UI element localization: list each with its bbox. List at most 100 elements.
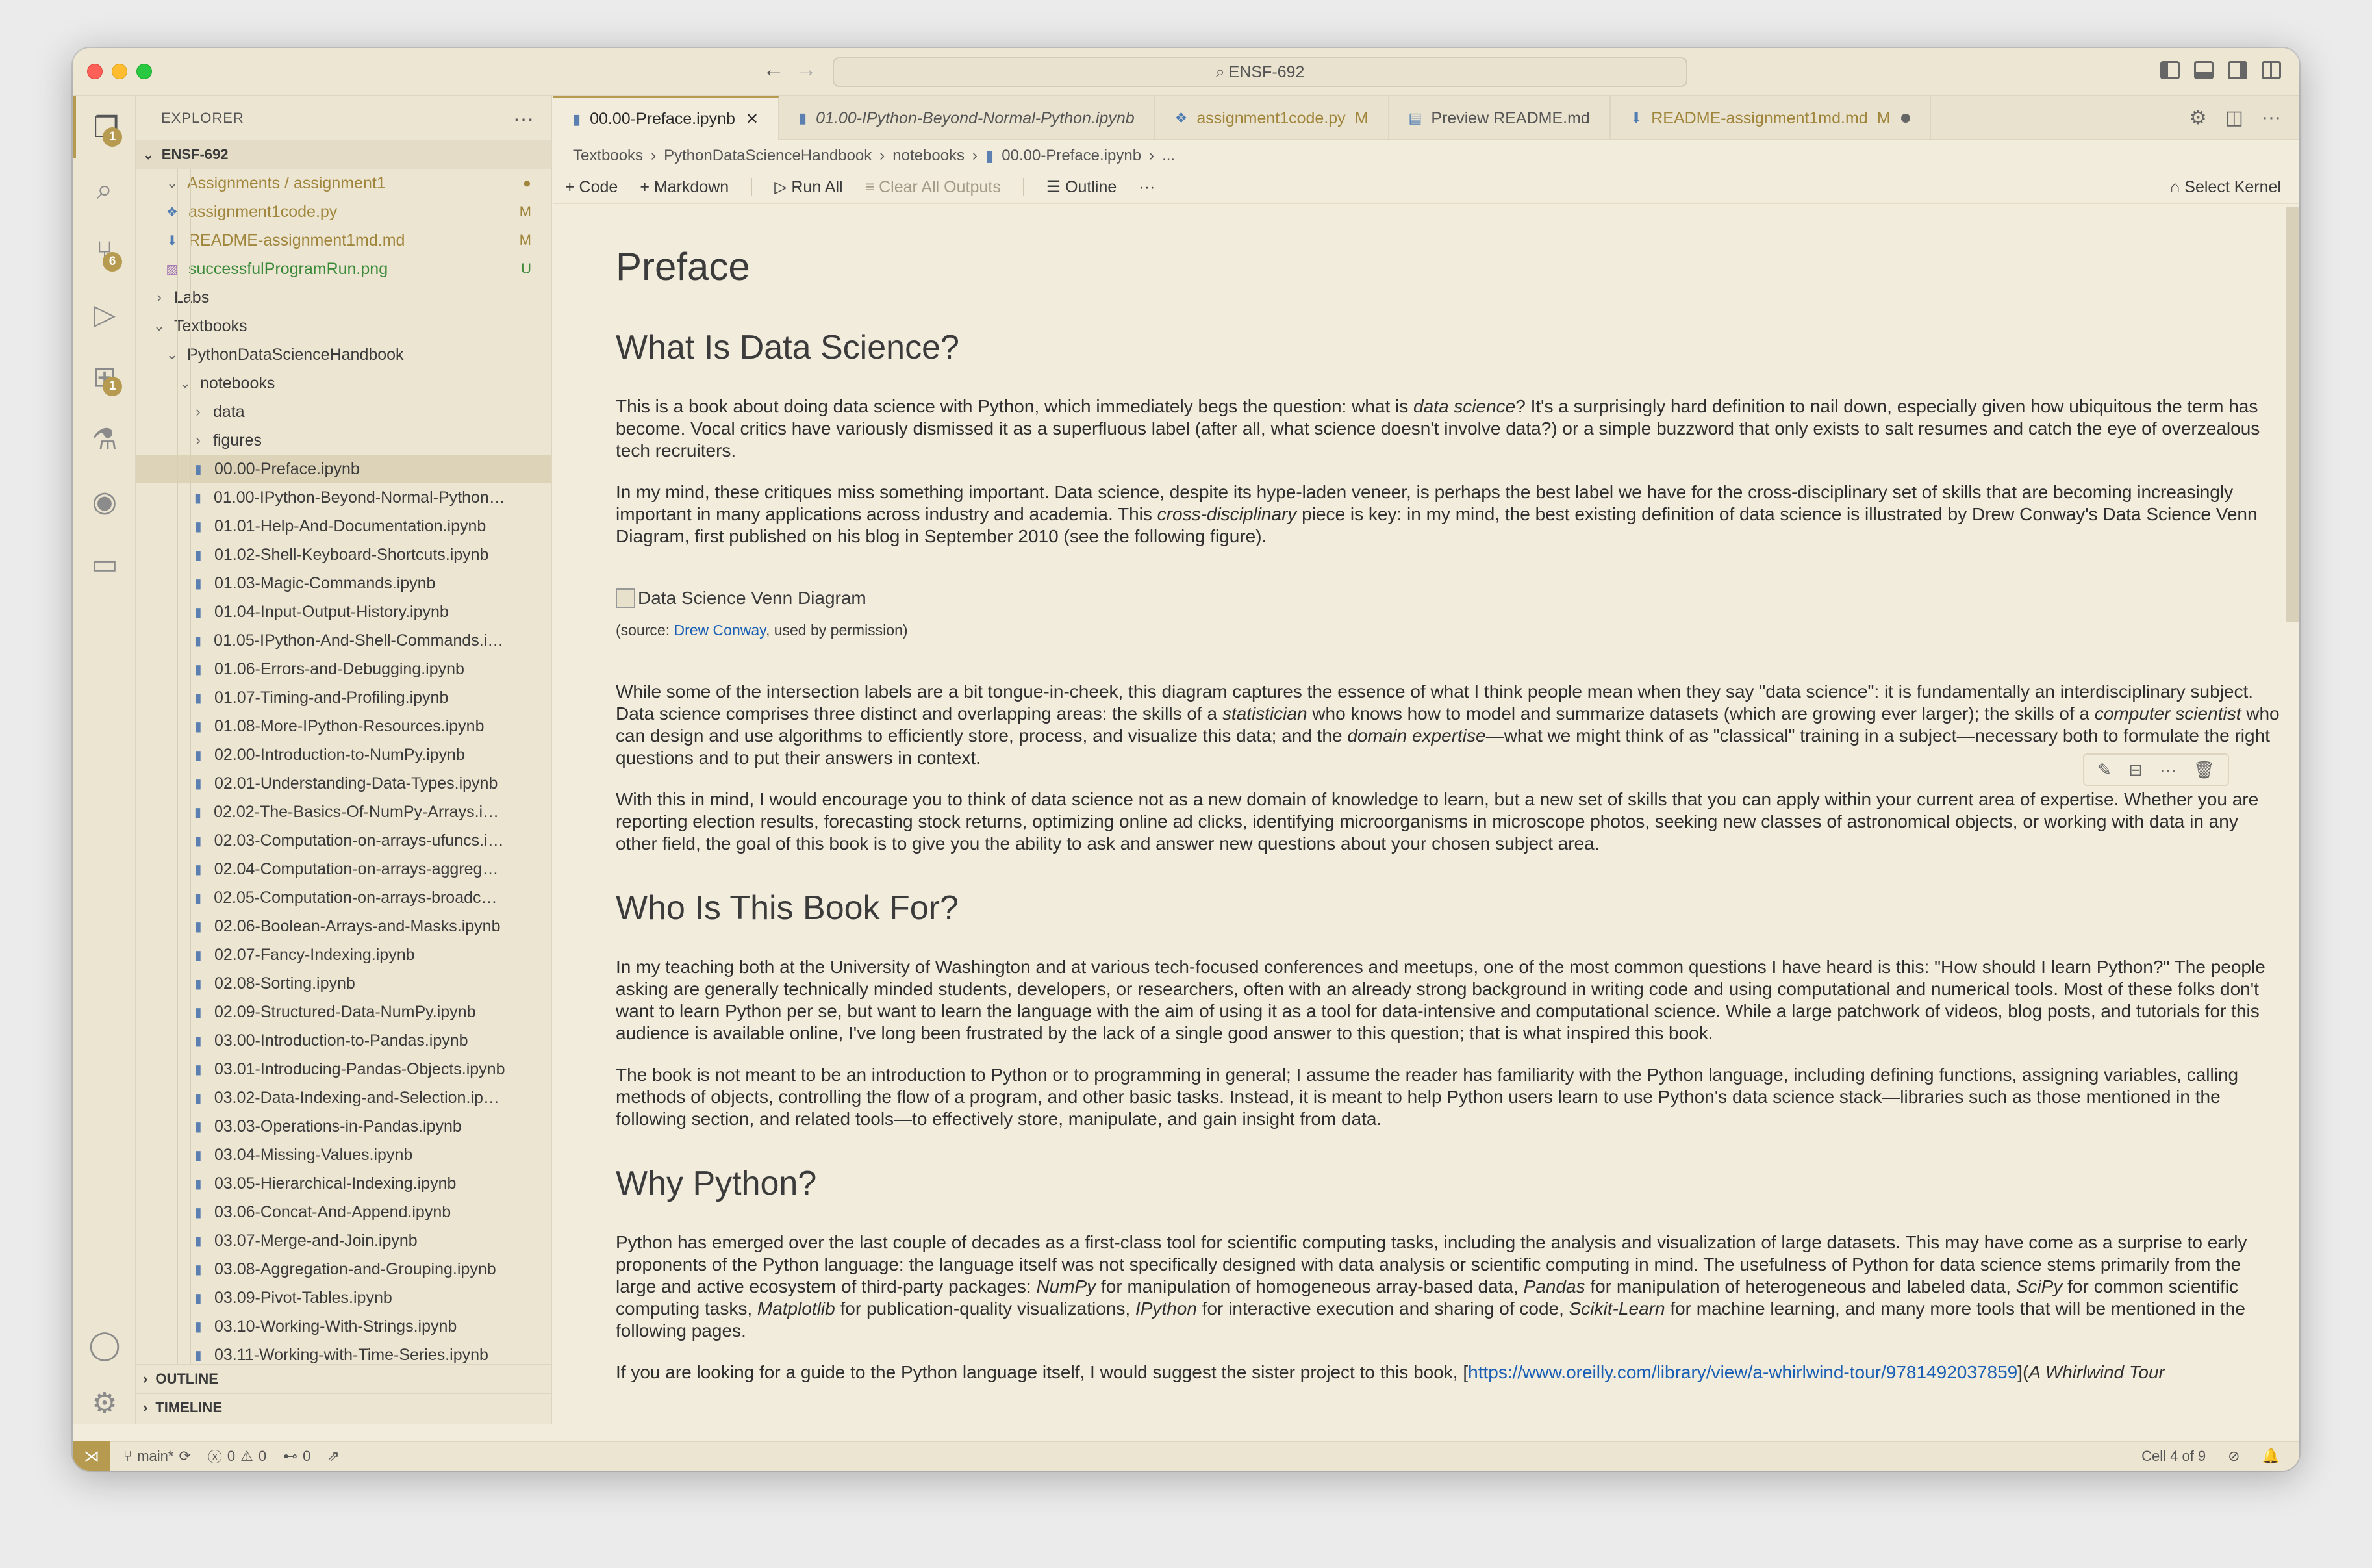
select-kernel-button[interactable]: ⌂ Select Kernel [2170, 178, 2299, 197]
file-item[interactable]: ▮ 01.05-IPython-And-Shell-Commands.ipy... [136, 626, 551, 655]
file-item[interactable]: ▮ 03.10-Working-With-Strings.ipynb [136, 1312, 551, 1341]
folder-item[interactable]: ⌄ PythonDataScienceHandbook [136, 340, 551, 369]
outline-section[interactable]: › OUTLINE [136, 1364, 551, 1393]
file-item[interactable]: ▮ 03.04-Missing-Values.ipynb [136, 1141, 551, 1169]
file-item[interactable]: ▮ 03.09-Pivot-Tables.ipynb [136, 1283, 551, 1312]
more-actions-icon[interactable]: ··· [2262, 107, 2281, 129]
file-item[interactable]: ▮ 02.09-Structured-Data-NumPy.ipynb [136, 998, 551, 1026]
folder-item[interactable]: ⌄ Textbooks [136, 312, 551, 340]
file-item[interactable]: ▮ 02.03-Computation-on-arrays-ufuncs.ip..… [136, 826, 551, 855]
outline-button[interactable]: ☰ Outline [1046, 177, 1117, 197]
file-item[interactable]: ▮ 03.03-Operations-in-Pandas.ipynb [136, 1112, 551, 1141]
zoom-window-button[interactable] [136, 64, 152, 79]
folder-item[interactable]: › Labs [136, 283, 551, 312]
add-markdown-cell-button[interactable]: + Markdown [640, 178, 729, 197]
toggle-primary-sidebar-icon[interactable] [2160, 61, 2180, 79]
run-debug-icon[interactable]: ▷ [73, 283, 136, 346]
editor-tab[interactable]: ⬇ README-assignment1md.md M [1611, 96, 1931, 140]
close-window-button[interactable] [87, 64, 103, 79]
clear-all-outputs-button[interactable]: ≡ Clear All Outputs [865, 178, 1001, 197]
file-item[interactable]: ▮ 01.04-Input-Output-History.ipynb [136, 598, 551, 626]
problems-indicator[interactable]: ⓧ 0 ⚠ 0 [208, 1446, 266, 1467]
explorer-icon[interactable]: ❐ 1 [73, 96, 136, 158]
edit-cell-icon[interactable]: ✎ [2097, 760, 2112, 780]
extensions-icon[interactable]: ⊞ 1 [73, 346, 136, 408]
folder-item[interactable]: ⌄ notebooks [136, 369, 551, 398]
breadcrumb-item[interactable]: 00.00-Preface.ipynb [1002, 147, 1141, 165]
split-cell-icon[interactable]: ⊟ [2128, 760, 2143, 780]
editor-scrollbar[interactable] [2286, 207, 2299, 622]
toolbar-more-icon[interactable]: ··· [1139, 178, 1155, 197]
editor-tab[interactable]: ▮ 01.00-IPython-Beyond-Normal-Python.ipyn… [779, 96, 1155, 140]
file-item[interactable]: ▮ 01.07-Timing-and-Profiling.ipynb [136, 683, 551, 712]
file-item[interactable]: ▮ 02.08-Sorting.ipynb [136, 969, 551, 998]
file-item[interactable]: ▮ 02.04-Computation-on-arrays-aggregat... [136, 855, 551, 883]
file-item[interactable]: ▮ 01.01-Help-And-Documentation.ipynb [136, 512, 551, 540]
editor-tab[interactable]: ❖ assignment1code.py M [1155, 96, 1389, 140]
breadcrumb-item[interactable]: notebooks [892, 147, 965, 165]
workspace-root[interactable]: ⌄ ENSF-692 [136, 140, 551, 169]
file-item[interactable]: ▮ 03.06-Concat-And-Append.ipynb [136, 1198, 551, 1226]
settings-gear-icon[interactable]: ⚙ [73, 1372, 136, 1434]
explorer-more-icon[interactable]: ··· [513, 107, 534, 131]
breadcrumb-item[interactable]: ... [1162, 147, 1175, 165]
file-item[interactable]: ▮ 01.03-Magic-Commands.ipynb [136, 569, 551, 598]
close-tab-icon[interactable]: ✕ [746, 110, 759, 129]
file-item[interactable]: ▮ 02.01-Understanding-Data-Types.ipynb [136, 769, 551, 798]
file-item[interactable]: ⬇ README-assignment1md.md M [136, 226, 551, 255]
editor-tab[interactable]: ▤ Preview README.md [1389, 96, 1611, 140]
file-item[interactable]: ▮ 02.06-Boolean-Arrays-and-Masks.ipynb [136, 912, 551, 941]
timeline-section[interactable]: › TIMELINE [136, 1393, 551, 1421]
customize-layout-icon[interactable] [2262, 61, 2281, 79]
file-item[interactable]: ▮ 02.05-Computation-on-arrays-broadcast..… [136, 883, 551, 912]
command-center-search[interactable]: ⌕ ENSF-692 [833, 57, 1687, 87]
file-item[interactable]: ▮ 03.00-Introduction-to-Pandas.ipynb [136, 1026, 551, 1055]
ports-indicator[interactable]: ⊷ 0 [283, 1448, 310, 1465]
file-item[interactable]: ▮ 01.06-Errors-and-Debugging.ipynb [136, 655, 551, 683]
add-code-cell-button[interactable]: + Code [565, 178, 618, 197]
toggle-panel-icon[interactable] [2194, 61, 2214, 79]
file-item[interactable]: ▮ 03.05-Hierarchical-Indexing.ipynb [136, 1169, 551, 1198]
file-item[interactable]: ▮ 03.08-Aggregation-and-Grouping.ipynb [136, 1255, 551, 1283]
file-item[interactable]: ▮ 00.00-Preface.ipynb [136, 455, 551, 483]
live-share-icon[interactable]: ⇗ [327, 1448, 339, 1465]
github-icon[interactable]: ◉ [73, 470, 136, 533]
folder-item[interactable]: › data [136, 398, 551, 426]
file-item[interactable]: ▮ 03.07-Merge-and-Join.ipynb [136, 1226, 551, 1255]
whirlwind-tour-link[interactable]: https://www.oreilly.com/library/view/a-w… [1468, 1362, 2017, 1382]
accounts-icon[interactable]: ◯ [73, 1313, 136, 1376]
file-item[interactable]: ▮ 02.02-The-Basics-Of-NumPy-Arrays.ipynb [136, 798, 551, 826]
file-item[interactable]: ▨ successfulProgramRun.png U [136, 255, 551, 283]
file-item[interactable]: ▮ 03.02-Data-Indexing-and-Selection.ipynb [136, 1083, 551, 1112]
folder-item[interactable]: › figures [136, 426, 551, 455]
cell-more-icon[interactable]: ··· [2160, 760, 2176, 780]
file-item[interactable]: ▮ 02.07-Fancy-Indexing.ipynb [136, 941, 551, 969]
search-view-icon[interactable]: ⌕ [73, 158, 136, 221]
file-item[interactable]: ▮ 01.00-IPython-Beyond-Normal-Python.ip..… [136, 483, 551, 512]
notebook-content[interactable]: Preface What Is Data Science? This is a … [553, 207, 2299, 1424]
forward-arrow-icon[interactable]: → [795, 57, 817, 82]
split-editor-icon[interactable]: ◫ [2225, 107, 2243, 129]
remote-explorer-icon[interactable]: ▭ [73, 533, 136, 595]
breadcrumb-item[interactable]: Textbooks [573, 147, 643, 165]
file-item[interactable]: ▮ 01.08-More-IPython-Resources.ipynb [136, 712, 551, 740]
file-item[interactable]: ▮ 02.00-Introduction-to-NumPy.ipynb [136, 740, 551, 769]
unsaved-dot-icon[interactable] [1900, 114, 1910, 123]
file-item[interactable]: ▮ 03.01-Introducing-Pandas-Objects.ipynb [136, 1055, 551, 1083]
file-item[interactable]: ❖ assignment1code.py M [136, 197, 551, 226]
delete-cell-icon[interactable]: 🗑 [2193, 760, 2215, 780]
breadcrumb-item[interactable]: PythonDataScienceHandbook [664, 147, 872, 165]
notifications-bell-icon[interactable]: 🔔 [2262, 1448, 2280, 1465]
run-all-button[interactable]: ▷ Run All [774, 177, 842, 197]
cell-position[interactable]: Cell 4 of 9 [2141, 1448, 2206, 1465]
copilot-icon[interactable]: ⊘ [2228, 1448, 2240, 1465]
drew-conway-link[interactable]: Drew Conway [674, 622, 765, 639]
branch-indicator[interactable]: ⑂ main* ⟳ [123, 1448, 191, 1465]
source-control-icon[interactable]: ⑂ 6 [73, 221, 136, 283]
notebook-settings-icon[interactable]: ⚙ [2189, 107, 2207, 129]
remote-indicator-icon[interactable]: ⋊ [73, 1441, 110, 1471]
folder-item[interactable]: ⌄ Assignments / assignment1 ● [136, 169, 551, 197]
editor-tab[interactable]: ▮ 00.00-Preface.ipynb ✕ [553, 96, 779, 140]
toggle-secondary-sidebar-icon[interactable] [2228, 61, 2247, 79]
file-item[interactable]: ▮ 01.02-Shell-Keyboard-Shortcuts.ipynb [136, 540, 551, 569]
